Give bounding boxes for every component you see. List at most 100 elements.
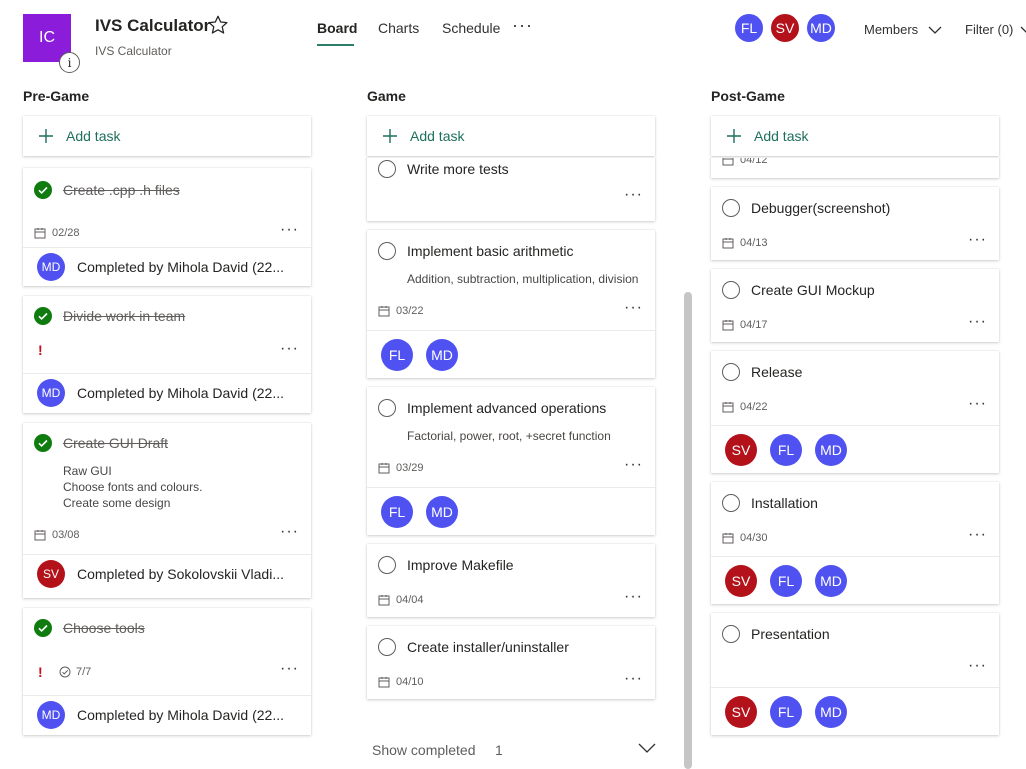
calendar-icon bbox=[722, 320, 734, 331]
more-options-button[interactable]: ··· bbox=[968, 231, 987, 249]
task-card[interactable]: Create .cpp .h files 02/28 ··· MD Comple… bbox=[23, 168, 311, 286]
task-card[interactable]: Debugger(screenshot) 04/13 ··· bbox=[711, 187, 999, 260]
completed-check-icon[interactable] bbox=[34, 619, 52, 637]
avatar[interactable]: MD bbox=[37, 379, 65, 407]
calendar-icon bbox=[34, 530, 46, 541]
completed-check-icon[interactable] bbox=[34, 307, 52, 325]
assignee-avatar-sv[interactable]: SV bbox=[725, 696, 757, 728]
assignee-avatar-sv[interactable]: SV bbox=[725, 565, 757, 597]
complete-task-checkbox[interactable] bbox=[378, 638, 396, 656]
more-options-button[interactable]: ··· bbox=[624, 670, 643, 688]
more-options-button[interactable]: ··· bbox=[280, 660, 299, 678]
task-card[interactable]: Create installer/uninstaller 04/10 ··· bbox=[367, 626, 655, 699]
tab-board[interactable]: Board bbox=[317, 20, 357, 36]
avatar-initials: MD bbox=[41, 386, 61, 400]
tab-charts[interactable]: Charts bbox=[378, 20, 419, 36]
completed-check-icon[interactable] bbox=[34, 181, 52, 199]
more-options-button[interactable]: ··· bbox=[624, 299, 643, 317]
more-options-button[interactable]: ··· bbox=[968, 657, 987, 675]
assignee-avatar-fl[interactable]: FL bbox=[381, 496, 413, 528]
task-card[interactable]: Release 04/22 ··· SV FL MD bbox=[711, 351, 999, 473]
more-options-button[interactable]: ··· bbox=[624, 588, 643, 606]
task-card[interactable]: 04/12 bbox=[711, 158, 999, 178]
more-options-button[interactable]: ··· bbox=[624, 186, 643, 204]
info-icon[interactable]: i bbox=[59, 52, 80, 73]
avatar-initials: FL bbox=[777, 704, 795, 720]
chevron-down-icon[interactable] bbox=[927, 24, 943, 36]
complete-task-checkbox[interactable] bbox=[378, 556, 396, 574]
task-card[interactable]: Create GUI Mockup 04/17 ··· bbox=[711, 269, 999, 342]
more-options-button[interactable]: ··· bbox=[280, 221, 299, 239]
assignee-avatar-md[interactable]: MD bbox=[815, 565, 847, 597]
add-task-button[interactable]: Add task bbox=[367, 116, 655, 156]
column-scrollbar[interactable] bbox=[684, 292, 692, 769]
add-task-button[interactable]: Add task bbox=[711, 116, 999, 156]
avatar[interactable]: MD bbox=[37, 701, 65, 729]
avatar[interactable]: SV bbox=[37, 560, 65, 588]
task-card[interactable]: Implement basic arithmetic Addition, sub… bbox=[367, 230, 655, 378]
show-completed-toggle[interactable]: Show completed bbox=[372, 742, 476, 758]
avatar-initials: MD bbox=[820, 704, 842, 720]
task-card[interactable]: Installation 04/30 ··· SV FL MD bbox=[711, 482, 999, 604]
assignee-avatar-md[interactable]: MD bbox=[815, 696, 847, 728]
assignee-avatar-sv[interactable]: SV bbox=[725, 434, 757, 466]
more-options-button[interactable]: ··· bbox=[968, 313, 987, 331]
assignee-avatar-fl[interactable]: FL bbox=[381, 339, 413, 371]
assignee-avatar-fl[interactable]: FL bbox=[770, 434, 802, 466]
filter-button[interactable]: Filter (0) bbox=[965, 22, 1013, 37]
task-description: Factorial, power, root, +secret function bbox=[407, 429, 611, 443]
task-card[interactable]: Choose tools ! 7/7 ··· MD Completed by M… bbox=[23, 608, 311, 735]
due-date: 04/30 bbox=[722, 532, 768, 544]
calendar-icon bbox=[722, 533, 734, 544]
assignee-avatar-md[interactable]: MD bbox=[426, 339, 458, 371]
assignee-avatar-md[interactable]: MD bbox=[815, 434, 847, 466]
completed-check-icon[interactable] bbox=[34, 434, 52, 452]
due-date: 02/28 bbox=[34, 227, 80, 239]
task-title: Choose tools bbox=[63, 620, 145, 636]
card-divider bbox=[711, 687, 999, 688]
favorite-star-icon[interactable] bbox=[207, 14, 229, 36]
assignee-avatar-fl[interactable]: FL bbox=[770, 696, 802, 728]
complete-task-checkbox[interactable] bbox=[722, 494, 740, 512]
tab-schedule[interactable]: Schedule bbox=[442, 20, 500, 36]
more-options-button[interactable]: ··· bbox=[968, 395, 987, 413]
add-task-button[interactable]: Add task bbox=[23, 116, 311, 156]
info-glyph: i bbox=[67, 55, 72, 70]
more-options-button[interactable]: ··· bbox=[280, 523, 299, 541]
assignee-avatar-md[interactable]: MD bbox=[426, 496, 458, 528]
complete-task-checkbox[interactable] bbox=[378, 242, 396, 260]
chevron-down-icon[interactable] bbox=[1019, 24, 1026, 36]
assignee-avatar-fl[interactable]: FL bbox=[770, 565, 802, 597]
member-avatar-sv[interactable]: SV bbox=[769, 12, 801, 44]
avatar[interactable]: MD bbox=[37, 253, 65, 281]
member-avatar-fl[interactable]: FL bbox=[733, 12, 765, 44]
complete-task-checkbox[interactable] bbox=[378, 399, 396, 417]
complete-task-checkbox[interactable] bbox=[722, 199, 740, 217]
due-date-text: 02/28 bbox=[52, 227, 80, 239]
more-options-button[interactable]: ··· bbox=[280, 340, 299, 358]
more-options-button[interactable]: ··· bbox=[968, 526, 987, 544]
task-card[interactable]: Improve Makefile 04/04 ··· bbox=[367, 544, 655, 617]
due-date-text: 04/22 bbox=[740, 401, 768, 413]
complete-task-checkbox[interactable] bbox=[378, 160, 396, 178]
task-card[interactable]: Presentation ··· SV FL MD bbox=[711, 613, 999, 735]
task-card[interactable]: Write more tests ··· bbox=[367, 158, 655, 221]
complete-task-checkbox[interactable] bbox=[722, 625, 740, 643]
member-avatar-md[interactable]: MD bbox=[805, 12, 837, 44]
due-date-text: 04/12 bbox=[740, 158, 768, 166]
complete-task-checkbox[interactable] bbox=[722, 281, 740, 299]
task-card[interactable]: Implement advanced operations Factorial,… bbox=[367, 387, 655, 535]
complete-task-checkbox[interactable] bbox=[722, 363, 740, 381]
task-card[interactable]: Divide work in team ! ··· MD Completed b… bbox=[23, 296, 311, 413]
completed-by-text: Completed by Sokolovskii Vladi... bbox=[77, 566, 284, 582]
task-card[interactable]: Create GUI Draft Raw GUI Choose fonts an… bbox=[23, 423, 311, 598]
more-options-button[interactable]: ··· bbox=[624, 456, 643, 474]
urgent-priority-icon: ! bbox=[38, 342, 43, 358]
more-tabs-button[interactable]: ··· bbox=[512, 15, 533, 36]
members-button[interactable]: Members bbox=[864, 22, 918, 37]
completed-by-text: Completed by Mihola David (22... bbox=[77, 707, 284, 723]
avatar-initials: MD bbox=[820, 573, 842, 589]
urgent-priority-icon: ! bbox=[38, 664, 43, 680]
chevron-down-icon[interactable] bbox=[638, 742, 656, 754]
avatar-initials: SV bbox=[731, 573, 751, 589]
